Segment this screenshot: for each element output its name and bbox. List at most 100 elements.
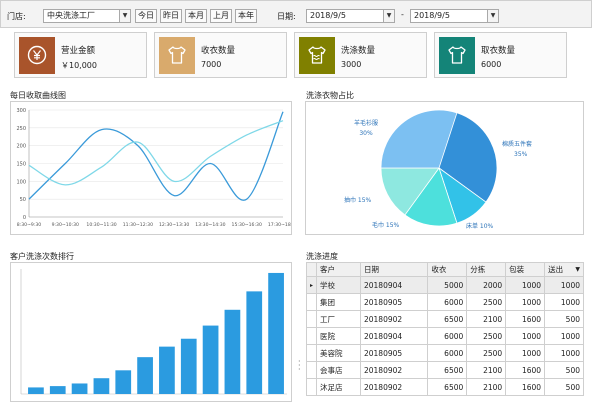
table-row[interactable]: 集团 20180905 6000 2500 1000 1000 [306, 293, 584, 311]
row-selector[interactable] [306, 378, 317, 396]
cell-sort[interactable]: 2100 [466, 310, 507, 328]
cell-pack[interactable]: 1600 [505, 310, 546, 328]
cell-receive[interactable]: 6000 [427, 327, 468, 345]
daily-curve-chart: 0 50 100 150 200 250 300 8:30~9:30 9:30~10:30 10:… [16, 108, 298, 228]
table-row[interactable]: ▸ 学校 20180904 5000 2000 1000 1000 [306, 276, 584, 294]
ranking-title: 客户洗涤次数排行 [10, 252, 74, 261]
y-tick-label: 150 [16, 162, 26, 168]
table-row[interactable]: 医院 20180904 6000 2500 1000 1000 [306, 327, 584, 345]
cell-date[interactable]: 20180904 [359, 327, 429, 345]
series-line-2 [28, 120, 284, 186]
column-header-send[interactable]: 送出 ▼ [544, 262, 584, 277]
cell-date[interactable]: 20180905 [359, 293, 429, 311]
cell-sort[interactable]: 2500 [466, 327, 507, 345]
row-selector[interactable]: ▸ [306, 276, 317, 294]
cell-customer[interactable]: 美容院 [316, 344, 361, 362]
pie-label: 抽巾 15% [344, 196, 372, 204]
cell-pack[interactable]: 1600 [505, 378, 546, 396]
cell-sort[interactable]: 2500 [466, 344, 507, 362]
store-select[interactable]: 中央洗涤工厂 ▼ [43, 9, 131, 23]
row-selector[interactable] [306, 344, 317, 362]
cell-sort[interactable]: 2500 [466, 293, 507, 311]
splitter-handle[interactable]: · · · [298, 358, 302, 374]
cell-receive[interactable]: 5000 [427, 276, 468, 294]
pie-label: 30% [359, 130, 373, 137]
x-tick-label: 17:30~18:30 [268, 222, 291, 228]
cell-sort[interactable]: 2000 [466, 276, 507, 294]
row-selector[interactable] [306, 293, 317, 311]
cell-pack[interactable]: 1000 [505, 344, 546, 362]
cell-date[interactable]: 20180902 [359, 361, 429, 379]
column-header-customer[interactable]: 客户 [316, 262, 361, 277]
kpi-received-value: 7000 [201, 60, 222, 69]
cell-customer[interactable]: 工厂 [316, 310, 361, 328]
column-header-receive[interactable]: 收衣 [427, 262, 468, 277]
this-month-button[interactable]: 本月 [185, 9, 207, 23]
column-header-sort[interactable]: 分拣 [466, 262, 507, 277]
cell-send[interactable]: 500 [544, 378, 584, 396]
sort-desc-icon[interactable]: ▼ [575, 266, 580, 273]
cell-send[interactable]: 500 [544, 310, 584, 328]
kpi-washed-value: 3000 [341, 60, 362, 69]
cell-pack[interactable]: 1600 [505, 361, 546, 379]
progress-title: 洗涤进度 [306, 252, 338, 261]
yen-icon [27, 45, 47, 65]
cell-receive[interactable]: 6000 [427, 344, 468, 362]
cell-date[interactable]: 20180904 [359, 276, 429, 294]
date-range-separator: - [401, 10, 404, 19]
store-label: 门店: [7, 12, 26, 21]
cell-receive[interactable]: 6500 [427, 378, 468, 396]
column-header-pack[interactable]: 包装 [505, 262, 546, 277]
kpi-revenue-card: 营业金额 ￥10,000 [14, 32, 147, 78]
column-header-date[interactable]: 日期 [359, 262, 429, 277]
cell-send[interactable]: 500 [544, 361, 584, 379]
cell-receive[interactable]: 6000 [427, 293, 468, 311]
kpi-washed-tile [299, 37, 335, 74]
cell-date[interactable]: 20180902 [359, 378, 429, 396]
cell-date[interactable]: 20180905 [359, 344, 429, 362]
cell-receive[interactable]: 6500 [427, 361, 468, 379]
cell-customer[interactable]: 学校 [316, 276, 361, 294]
cell-pack[interactable]: 1000 [505, 293, 546, 311]
row-selector[interactable] [306, 327, 317, 345]
kpi-revenue-tile [19, 37, 55, 74]
row-selector[interactable] [306, 310, 317, 328]
cell-send[interactable]: 1000 [544, 344, 584, 362]
date-from-select[interactable]: 2018/9/5 ▼ [306, 9, 395, 23]
chevron-down-icon[interactable]: ▼ [119, 10, 130, 22]
cell-customer[interactable]: 沐足店 [316, 378, 361, 396]
row-selector[interactable] [306, 361, 317, 379]
date-to-select[interactable]: 2018/9/5 ▼ [410, 9, 499, 23]
pie-label: 棉质五件套 [502, 140, 532, 148]
last-month-button[interactable]: 上月 [210, 9, 232, 23]
chevron-down-icon[interactable]: ▼ [383, 10, 394, 22]
bar [49, 386, 66, 394]
today-button[interactable]: 今日 [135, 9, 157, 23]
cell-send[interactable]: 1000 [544, 327, 584, 345]
date-to-value: 2018/9/5 [414, 11, 450, 20]
cell-pack[interactable]: 1000 [505, 276, 546, 294]
table-row[interactable]: 沐足店 20180902 6500 2100 1600 500 [306, 378, 584, 396]
cell-send[interactable]: 1000 [544, 293, 584, 311]
cell-receive[interactable]: 6500 [427, 310, 468, 328]
yesterday-button[interactable]: 昨日 [160, 9, 182, 23]
cell-sort[interactable]: 2100 [466, 378, 507, 396]
this-year-button[interactable]: 本年 [235, 9, 257, 23]
cell-send[interactable]: 1000 [544, 276, 584, 294]
x-tick-label: 9:30~10:30 [52, 222, 79, 228]
y-tick-label: 50 [20, 197, 26, 203]
cell-customer[interactable]: 医院 [316, 327, 361, 345]
cell-customer[interactable]: 集团 [316, 293, 361, 311]
table-row[interactable]: 会事店 20180902 6500 2100 1600 500 [306, 361, 584, 379]
cell-date[interactable]: 20180902 [359, 310, 429, 328]
cell-sort[interactable]: 2100 [466, 361, 507, 379]
table-row[interactable]: 美容院 20180905 6000 2500 1000 1000 [306, 344, 584, 362]
table-row[interactable]: 工厂 20180902 6500 2100 1600 500 [306, 310, 584, 328]
pie-label: 毛巾 15% [372, 221, 400, 229]
cell-pack[interactable]: 1000 [505, 327, 546, 345]
chevron-down-icon[interactable]: ▼ [487, 10, 498, 22]
cell-customer[interactable]: 会事店 [316, 361, 361, 379]
washing-shirt-icon [308, 46, 326, 64]
kpi-pickup-card: 取衣数量 6000 [434, 32, 567, 78]
store-select-value: 中央洗涤工厂 [47, 11, 95, 20]
